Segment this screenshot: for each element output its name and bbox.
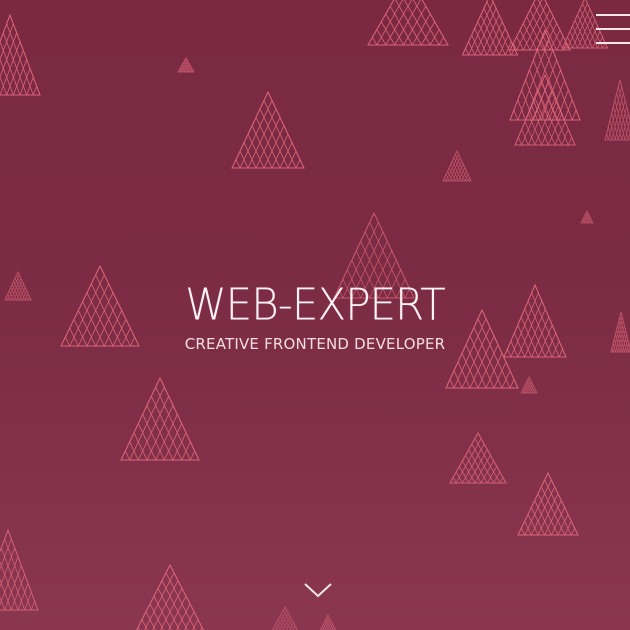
decorative-triangle — [0, 13, 41, 96]
site-subtitle: CREATIVE FRONTEND DEVELOPER — [184, 335, 446, 353]
decorative-triangle — [517, 471, 579, 536]
decorative-triangle — [604, 79, 630, 141]
decorative-triangle — [449, 431, 507, 484]
decorative-triangle — [136, 563, 204, 630]
decorative-triangle — [0, 528, 39, 611]
decorative-triangle — [319, 613, 337, 630]
site-title: WEB-EXPERT — [185, 279, 446, 330]
hamburger-menu-icon — [596, 28, 630, 30]
hamburger-menu-icon — [596, 42, 630, 44]
decorative-triangle — [580, 209, 594, 224]
decorative-triangle — [442, 149, 472, 182]
hero: WEB-EXPERT CREATIVE FRONTEND DEVELOPER — [0, 279, 630, 353]
menu-button[interactable] — [594, 14, 630, 48]
decorative-triangle — [120, 376, 200, 461]
decorative-triangle — [520, 375, 538, 394]
chevron-down-icon — [304, 583, 332, 598]
decorative-triangle — [272, 605, 298, 630]
decorative-triangle — [231, 90, 305, 169]
decorative-triangle — [367, 0, 449, 46]
hamburger-menu-icon — [596, 14, 630, 16]
decorative-triangle — [177, 56, 195, 73]
decorative-triangle — [461, 0, 519, 56]
scroll-down-button[interactable] — [303, 580, 333, 600]
